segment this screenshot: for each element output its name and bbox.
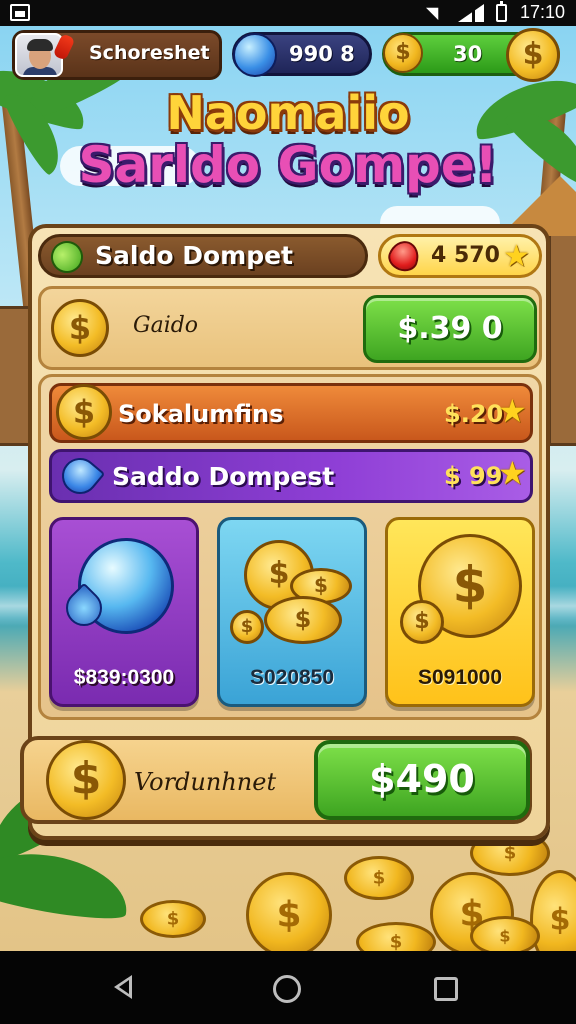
status-time: 17:10 [520,2,566,22]
coin-icon: $ [46,740,126,820]
ground-coin [140,900,206,938]
ground-coin [356,922,436,951]
battery-icon [496,1,507,22]
coin-stack-icon: $ $ $ $ [220,520,364,660]
balance-button[interactable]: $.39 0 [363,295,537,363]
recent-apps-icon[interactable] [434,977,458,1001]
panel-header: Saldo Dompet [38,234,368,279]
coin-icon: $ [383,33,423,73]
foreground-leaf [0,842,134,926]
card-price: S020850 [249,666,335,689]
ground-coin [344,856,414,900]
balance-row: $ Gaido $.39 0 [38,286,542,370]
star-icon: ★ [498,392,527,430]
gem-orb-icon [233,33,277,77]
balance-label: Gaido [133,313,199,338]
player-name: Schoreshet [89,42,210,64]
ruby-counter[interactable]: 4 570 ★ [378,234,542,278]
leaf-icon [45,235,89,279]
screenshot-icon [10,4,30,21]
signal-icon [458,4,484,22]
star-icon: ★ [503,239,530,274]
gems-counter[interactable]: 990 8 [232,32,372,77]
shop-card-gold[interactable]: $ $ S091000 [385,517,535,707]
gems-value: 990 8 [289,42,355,66]
game-title: Naomaiio [166,86,410,140]
offer-label: Saddo Dompest [112,462,335,491]
ruby-icon [384,236,424,276]
coins-value: 30 [453,42,483,66]
panel-title: Saldo Dompet [95,241,293,270]
coin-icon: $ [51,299,109,357]
shop-card-coins[interactable]: $ $ $ $ S020850 [217,517,367,707]
home-icon[interactable] [273,975,301,1003]
navigation-bar [0,951,576,1024]
crystal-icon [54,450,106,502]
offer-row[interactable]: Saddo Dompest $ 99 ★ [49,449,533,503]
offer-label: Sokalumfins [118,400,284,428]
add-coins-button[interactable]: $ [506,28,560,82]
coin-icon: $ [56,384,112,440]
offers-box: $ Sokalumfins $.20 ★ Saddo Dompest $ 99 … [38,374,542,720]
offer-price: $.20 [444,400,504,428]
card-price: S091000 [417,666,503,689]
total-row: $ Vordunhnet $490 [20,736,532,824]
status-bar: ◥ 17:10 [0,0,576,26]
ground-coin [246,872,332,951]
offer-row[interactable]: $ Sokalumfins $.20 ★ [49,383,533,443]
star-icon: ★ [498,454,527,492]
beach-hut [548,226,576,446]
game-subtitle: Sarldo Gompe! [0,136,576,194]
wifi-icon: ◥ [426,3,439,22]
gold-coin-icon: $ $ [388,520,532,660]
offer-price: $ 99 [444,462,503,490]
ruby-value: 4 570 [431,243,500,268]
shop-card-orb[interactable]: $839:0300 [49,517,199,707]
ground-coin [470,916,540,951]
player-badge[interactable]: Schoreshet [12,30,222,80]
total-label: Vordunhnet [134,768,277,796]
buy-button[interactable]: $490 [314,740,530,820]
card-price: $839:0300 [73,666,175,689]
